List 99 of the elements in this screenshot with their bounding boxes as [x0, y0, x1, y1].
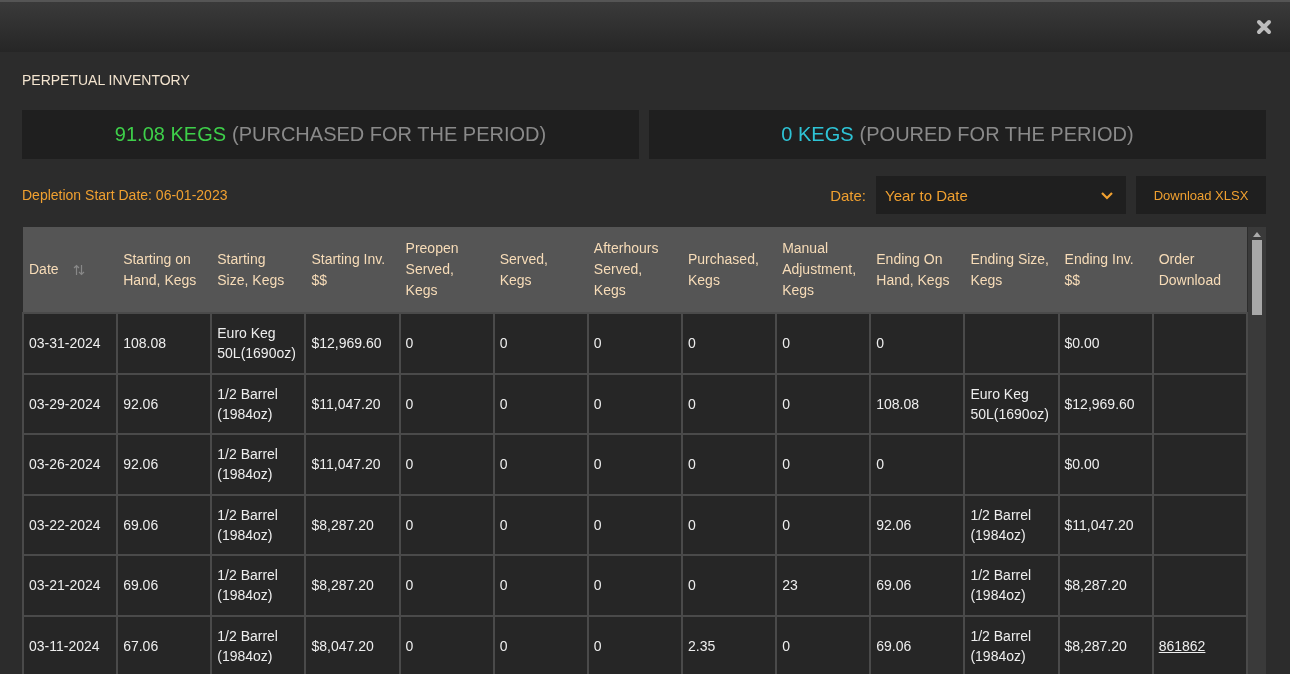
- table-cell: 0: [593, 516, 602, 533]
- table-cell: 0: [782, 395, 790, 412]
- column-header: Order Download: [1152, 227, 1247, 313]
- table-cell: $8,047.20: [311, 637, 374, 654]
- table-cell: $12,969.60: [1064, 395, 1135, 412]
- table-cell: $12,969.60: [311, 335, 382, 352]
- table-cell: 03-21-2024: [29, 577, 101, 594]
- table-cell: 69.06: [123, 516, 159, 533]
- table-cell: $0.00: [1064, 335, 1100, 352]
- table-cell: 0: [688, 335, 696, 352]
- table-cell: 0: [499, 637, 508, 654]
- column-header: Ending Inv. $$: [1058, 227, 1153, 313]
- table-cell: 0: [405, 637, 414, 654]
- table-cell: 0: [593, 395, 602, 412]
- download-button[interactable]: Download XLSX: [1136, 176, 1266, 214]
- table-cell: 0: [499, 395, 508, 412]
- table-cell: Euro Keg 50L(1690oz): [217, 325, 296, 362]
- table-cell: 03-26-2024: [29, 456, 101, 473]
- table-cell: 92.06: [123, 456, 159, 473]
- table-cell: $8,287.20: [311, 577, 374, 594]
- table-cell: 03-22-2024: [29, 516, 101, 533]
- column-header: Ending Size, Kegs: [964, 227, 1059, 313]
- table-cell: $8,287.20: [311, 516, 374, 533]
- table-cell: $11,047.20: [311, 395, 381, 412]
- table-cell: 0: [499, 456, 508, 473]
- table-cell: 1/2 Barrel (1984oz): [217, 446, 278, 483]
- table-cell: 1/2 Barrel (1984oz): [970, 627, 1032, 664]
- table-cell: 92.06: [876, 516, 912, 533]
- table-cell: 2.35: [688, 637, 716, 654]
- order-link[interactable]: 861862: [1158, 637, 1206, 654]
- scroll-up-icon[interactable]: [1253, 231, 1261, 237]
- table-cell: $8,287.20: [1064, 637, 1127, 654]
- table-cell: 0: [782, 335, 790, 352]
- table-cell: 0: [499, 335, 508, 352]
- section-title: PERPETUAL INVENTORY: [22, 72, 191, 88]
- table-cell: 23: [782, 577, 798, 594]
- table-cell: 0: [405, 395, 414, 412]
- close-icon[interactable]: [1256, 19, 1272, 35]
- table-cell: 0: [499, 577, 508, 594]
- table-cell: $11,047.20: [1064, 516, 1134, 533]
- scrollbar-thumb[interactable]: [1252, 240, 1262, 315]
- scrollbar[interactable]: [1248, 227, 1266, 674]
- table-cell: 1/2 Barrel (1984oz): [217, 627, 278, 664]
- table-cell: 67.06: [123, 637, 159, 654]
- date-label: Date:: [830, 186, 866, 204]
- table-cell: 03-29-2024: [29, 395, 101, 412]
- table-cell: $8,287.20: [1064, 577, 1127, 594]
- table-cell: 0: [593, 637, 602, 654]
- column-header: Served, Kegs: [493, 227, 588, 313]
- table-cell: 0: [593, 335, 602, 352]
- table-cell: 69.06: [123, 577, 159, 594]
- depletion-start-date: Depletion Start Date: 06-01-2023: [22, 187, 228, 203]
- summary-value: 91.08 KEGS: [114, 123, 227, 146]
- table-cell: 0: [782, 516, 790, 533]
- table-cell: 03-31-2024: [29, 335, 101, 352]
- table-cell: 108.08: [123, 335, 166, 352]
- column-header: Purchased, Kegs: [682, 227, 777, 313]
- table-cell: 0: [876, 335, 885, 352]
- chevron-icon: [1100, 190, 1114, 200]
- column-header: Starting Inv. $$: [305, 227, 400, 313]
- table-cell: 0: [499, 516, 508, 533]
- table-cell: 0: [593, 577, 602, 594]
- column-header: Ending On Hand, Kegs: [870, 227, 965, 313]
- table-cell: Euro Keg 50L(1690oz): [970, 385, 1050, 422]
- summary-value: 0 KEGS: [781, 123, 854, 146]
- table-cell: 0: [688, 395, 696, 412]
- table-cell: 0: [405, 577, 414, 594]
- table-cell: 0: [688, 516, 696, 533]
- table-cell: $11,047.20: [311, 456, 381, 473]
- table-cell: 1/2 Barrel (1984oz): [217, 385, 278, 422]
- column-header: Starting on Hand, Kegs: [117, 227, 212, 313]
- table-cell: 03-11-2024: [29, 637, 100, 654]
- table-cell: 1/2 Barrel (1984oz): [970, 506, 1032, 543]
- table-cell: 1/2 Barrel (1984oz): [970, 567, 1032, 604]
- summary-label: (PURCHASED FOR THE PERIOD): [232, 123, 547, 146]
- table-cell: 69.06: [876, 577, 912, 594]
- column-header: Starting Size, Kegs: [211, 227, 306, 313]
- table-cell: 0: [876, 456, 885, 473]
- column-header: Afterhours Served, Kegs: [587, 227, 682, 313]
- table-cell: 0: [405, 335, 414, 352]
- date-dropdown[interactable]: Year to Date: [876, 176, 1126, 214]
- table-cell: 1/2 Barrel (1984oz): [217, 506, 278, 543]
- table-cell: 0: [782, 637, 790, 654]
- table-cell: 0: [405, 456, 414, 473]
- table-cell: $0.00: [1064, 456, 1100, 473]
- table-cell: 1/2 Barrel (1984oz): [217, 567, 278, 604]
- table-cell: 0: [688, 456, 696, 473]
- table-cell: 0: [405, 516, 414, 533]
- table-cell: 69.06: [876, 637, 912, 654]
- column-header: Preopen Served, Kegs: [399, 227, 494, 313]
- table-cell: 108.08: [876, 395, 920, 412]
- table-cell: 0: [593, 456, 602, 473]
- header-label: Date: [29, 260, 59, 279]
- table-cell: 0: [688, 577, 696, 594]
- table-cell: 92.06: [123, 395, 159, 412]
- table-cell: 0: [782, 456, 790, 473]
- column-header: Manual Adjustment, Kegs: [776, 227, 871, 313]
- column-header[interactable]: Date: [23, 227, 118, 313]
- summary-label: (POURED FOR THE PERIOD): [859, 123, 1134, 146]
